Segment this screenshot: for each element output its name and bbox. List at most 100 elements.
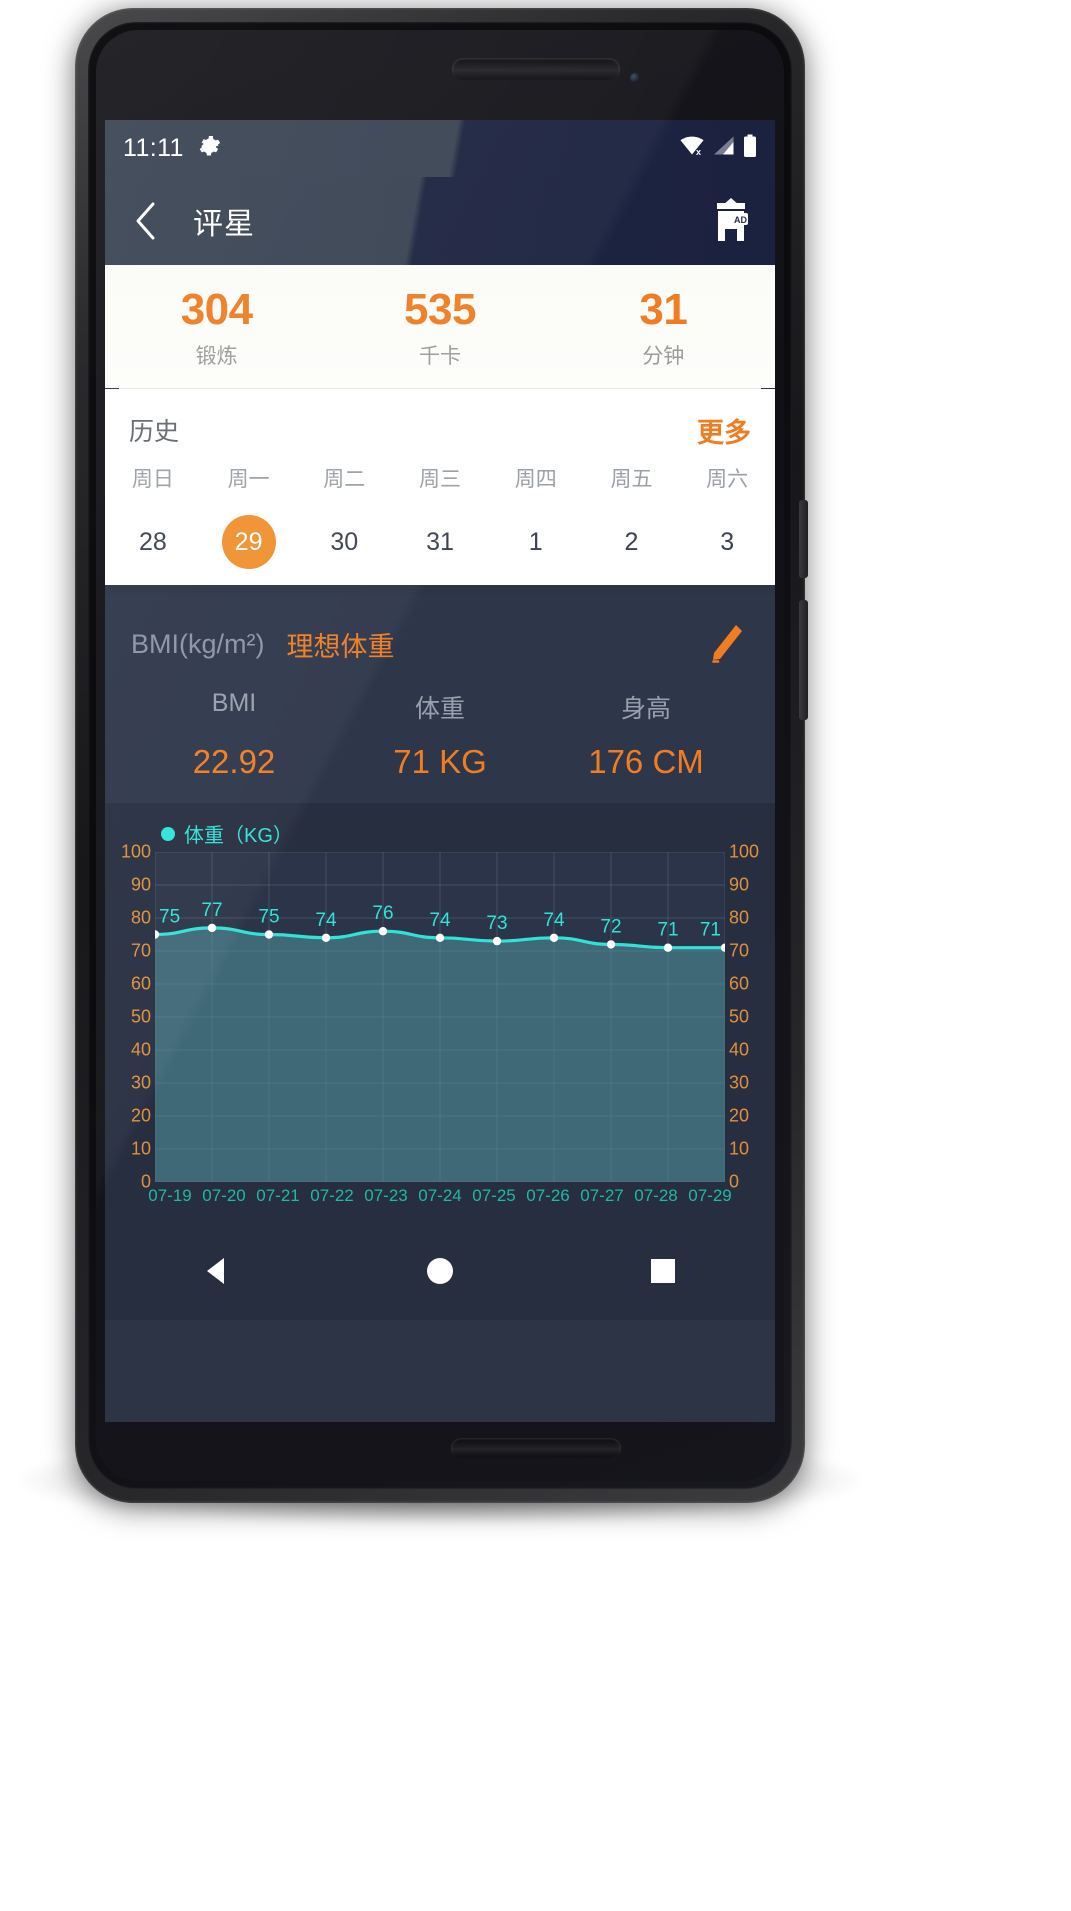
date-chip-selected[interactable]: 29 bbox=[221, 515, 276, 570]
y-axis-tick: 0 bbox=[729, 1171, 740, 1192]
chart-y-axis-right: 100 90 80 70 60 50 40 30 20 10 0 bbox=[729, 842, 769, 1192]
weight-chart-panel: 体重（KG） 100 90 80 70 60 50 40 30 20 10 0 100 90 80 70 6… bbox=[105, 803, 775, 1223]
x-axis-tick: 07-25 bbox=[472, 1186, 516, 1206]
power-button[interactable] bbox=[799, 500, 808, 578]
y-axis-tick: 20 bbox=[729, 1105, 750, 1126]
y-axis-tick: 70 bbox=[130, 940, 151, 961]
date-chip[interactable]: 31 bbox=[413, 515, 467, 569]
bmi-metric-label: 体重 bbox=[414, 695, 465, 724]
x-axis-tick: 07-26 bbox=[526, 1186, 570, 1206]
svg-text:AD: AD bbox=[734, 215, 747, 225]
date-chip[interactable]: 28 bbox=[126, 515, 180, 569]
wifi-off-icon: x bbox=[679, 135, 705, 162]
y-axis-tick: 20 bbox=[130, 1105, 151, 1126]
weekday-label: 周六 bbox=[706, 468, 749, 492]
weekday-label: 周二 bbox=[323, 468, 366, 492]
weekday-label: 周五 bbox=[610, 468, 653, 492]
x-axis-tick: 07-20 bbox=[202, 1186, 246, 1206]
cellular-signal-icon bbox=[712, 135, 736, 162]
bmi-header: BMI(kg/m²) 理想体重 bbox=[131, 621, 749, 667]
x-axis-tick: 07-23 bbox=[364, 1186, 408, 1206]
date-cell: 28 bbox=[105, 515, 201, 569]
ad-badge-icon[interactable]: AD bbox=[705, 195, 757, 247]
bmi-labels-row: BMI 体重 身高 bbox=[131, 689, 749, 725]
circle-home-icon[interactable] bbox=[404, 1235, 476, 1307]
summary-label: 分钟 bbox=[642, 345, 685, 369]
date-chip[interactable]: 1 bbox=[509, 515, 563, 569]
pencil-edit-icon[interactable] bbox=[703, 621, 749, 667]
ideal-weight-link[interactable]: 理想体重 bbox=[286, 625, 394, 664]
history-header: 历史 更多 bbox=[105, 403, 775, 457]
y-axis-tick: 70 bbox=[729, 940, 750, 961]
weekday-label: 周四 bbox=[514, 468, 557, 492]
date-chip[interactable]: 3 bbox=[700, 515, 754, 569]
weekday-label: 周一 bbox=[227, 468, 270, 492]
date-chip[interactable]: 30 bbox=[317, 515, 371, 569]
summary-card: 304 锻炼 535 千卡 31 分钟 bbox=[105, 265, 775, 389]
y-axis-tick: 90 bbox=[729, 874, 750, 895]
y-axis-tick: 100 bbox=[120, 841, 151, 862]
status-clock: 11:11 bbox=[123, 134, 184, 162]
weekday-label: 周日 bbox=[131, 468, 174, 492]
x-axis-tick: 07-19 bbox=[148, 1186, 192, 1206]
earpiece-speaker bbox=[451, 58, 620, 80]
android-nav-bar bbox=[105, 1222, 775, 1321]
summary-value: 535 bbox=[404, 285, 476, 334]
y-axis-tick: 100 bbox=[729, 841, 760, 862]
summary-value: 304 bbox=[180, 285, 253, 334]
dates-row: 28 29 30 31 1 2 3 bbox=[105, 515, 775, 570]
date-cell: 31 bbox=[392, 515, 488, 569]
bottom-speaker bbox=[450, 1438, 621, 1458]
date-cell: 2 bbox=[584, 515, 680, 569]
bmi-unit-label: BMI(kg/m²) bbox=[131, 628, 265, 659]
history-title: 历史 bbox=[129, 418, 180, 447]
bmi-card: BMI(kg/m²) 理想体重 BMI 体重 身高 22.92 71 KG 17… bbox=[105, 595, 775, 804]
history-card: 历史 更多 周日 周一 周二 周三 周四 周五 周六 28 29 30 31 1… bbox=[105, 389, 775, 586]
y-axis-tick: 50 bbox=[729, 1006, 750, 1027]
back-button[interactable] bbox=[123, 198, 169, 244]
y-axis-tick: 30 bbox=[130, 1072, 151, 1093]
y-axis-tick: 10 bbox=[130, 1138, 151, 1159]
weekday-label: 周三 bbox=[419, 468, 462, 492]
bmi-panel: BMI(kg/m²) 理想体重 BMI 体重 身高 22.92 71 KG 17… bbox=[105, 585, 775, 804]
y-axis-tick: 80 bbox=[729, 907, 750, 928]
chart-y-axis-left: 100 90 80 70 60 50 40 30 20 10 0 bbox=[111, 842, 151, 1192]
history-more-button[interactable]: 更多 bbox=[697, 411, 751, 450]
y-axis-tick: 10 bbox=[729, 1138, 750, 1159]
summary-cell-exercise: 304 锻炼 bbox=[105, 285, 328, 370]
y-axis-tick: 0 bbox=[140, 1171, 151, 1192]
chart-plot-area bbox=[150, 851, 730, 1183]
front-camera bbox=[630, 73, 640, 83]
y-axis-tick: 60 bbox=[130, 973, 151, 994]
svg-text:x: x bbox=[696, 147, 701, 157]
date-cell: 30 bbox=[296, 515, 392, 569]
date-cell: 1 bbox=[488, 515, 584, 569]
x-axis-tick: 07-22 bbox=[310, 1186, 354, 1206]
square-recents-icon[interactable] bbox=[627, 1235, 699, 1307]
chart-canvas-wrap: 100 90 80 70 60 50 40 30 20 10 0 100 90 80 70 60 50 40 30… bbox=[105, 842, 775, 1192]
legend-dot-icon bbox=[161, 826, 175, 841]
bmi-metric-value: 71 KG bbox=[393, 743, 487, 781]
app-screen: 11:11 x 评星 AD 304 锻炼 535 千卡 31 分钟 历史 更多 … bbox=[105, 120, 775, 1422]
chart-svg bbox=[150, 851, 730, 1183]
y-axis-tick: 40 bbox=[729, 1039, 750, 1060]
chart-legend: 体重（KG） bbox=[105, 813, 775, 850]
date-chip[interactable]: 2 bbox=[604, 515, 658, 569]
bmi-metric-value: 22.92 bbox=[192, 743, 276, 781]
summary-label: 锻炼 bbox=[195, 345, 238, 369]
summary-value: 31 bbox=[639, 285, 688, 334]
bmi-metric-label: 身高 bbox=[620, 695, 671, 724]
triangle-back-icon[interactable] bbox=[181, 1235, 253, 1307]
date-cell: 3 bbox=[679, 515, 775, 569]
y-axis-tick: 60 bbox=[729, 973, 750, 994]
x-axis-tick: 07-21 bbox=[256, 1186, 300, 1206]
x-axis-tick: 07-27 bbox=[580, 1186, 624, 1206]
volume-button[interactable] bbox=[799, 600, 808, 720]
x-axis-tick: 07-24 bbox=[418, 1186, 462, 1206]
y-axis-tick: 40 bbox=[130, 1039, 151, 1060]
chart-x-axis: 07-19 07-20 07-21 07-22 07-23 07-24 07-25 07-26… bbox=[105, 1182, 775, 1206]
y-axis-tick: 80 bbox=[130, 907, 151, 928]
gear-icon bbox=[198, 134, 222, 163]
status-bar: 11:11 x bbox=[105, 120, 775, 177]
battery-full-icon bbox=[743, 134, 757, 163]
